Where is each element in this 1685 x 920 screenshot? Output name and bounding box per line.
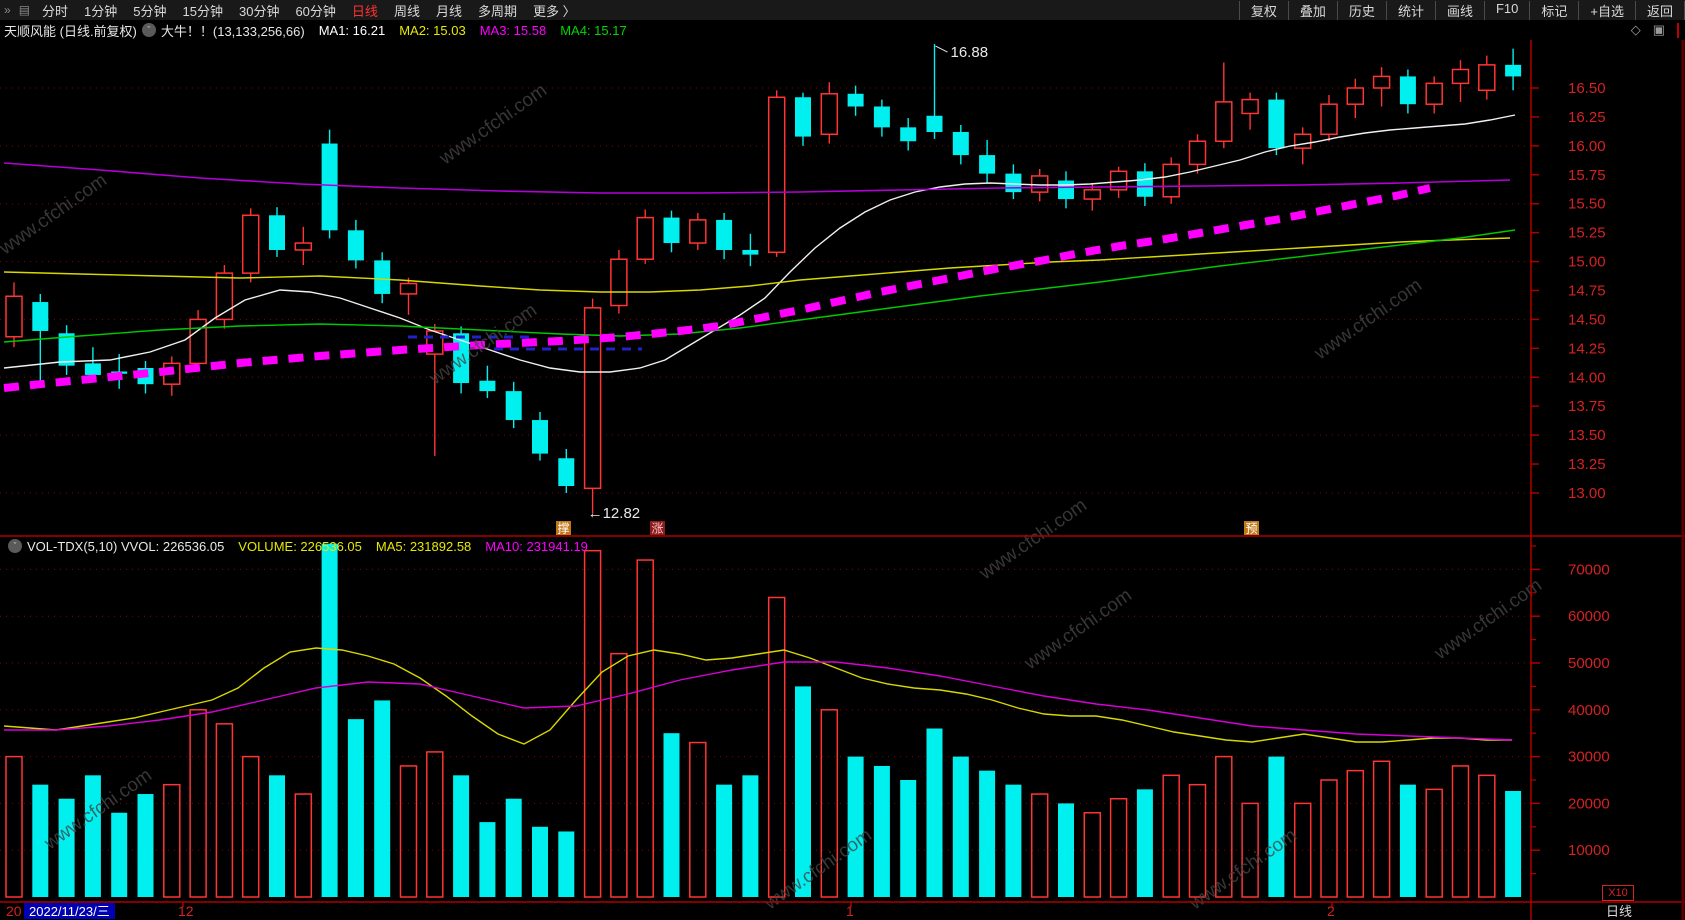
svg-text:20000: 20000 — [1568, 795, 1610, 812]
svg-text:16.00: 16.00 — [1568, 138, 1606, 155]
vol-ma10-magenta — [4, 661, 1513, 741]
svg-text:www.cfchi.com: www.cfchi.com — [0, 170, 111, 260]
svg-text:14.75: 14.75 — [1568, 282, 1606, 299]
vol-ma5-yellow — [3, 647, 1512, 745]
signal-marker-撑: 撑 — [558, 521, 570, 536]
toolbar-button-叠加[interactable]: 叠加 — [1287, 0, 1337, 20]
collapse-indicator-icon[interactable]: ˇ — [8, 539, 22, 553]
svg-text:15.50: 15.50 — [1568, 196, 1606, 213]
signal-marker-涨: 涨 — [652, 521, 664, 536]
candlesticks — [5, 44, 1522, 514]
svg-text:60000: 60000 — [1568, 608, 1610, 625]
vol-ma10-value: MA10: 231941.19 — [485, 538, 588, 554]
ma-value-label: MA1: 16.21 — [318, 22, 386, 38]
svg-text:13.25: 13.25 — [1568, 456, 1606, 473]
month-label-12: 12 — [178, 903, 194, 919]
overlay-lines — [3, 114, 1516, 745]
svg-text:14.00: 14.00 — [1568, 369, 1606, 386]
low-price-callout: ←12.82 — [588, 505, 641, 522]
chevron-down-icon[interactable]: ˇ — [141, 23, 156, 37]
toolbar-button-画线[interactable]: 画线 — [1434, 0, 1484, 20]
toolbar-button-标记[interactable]: 标记 — [1529, 0, 1578, 20]
period-tab-5分钟[interactable]: 5分钟 — [125, 1, 174, 20]
stock-title: 天顺风能 (日线.前复权) — [4, 23, 137, 39]
toolbar-button-F10[interactable]: F10 — [1483, 0, 1529, 20]
toolbar-button-统计[interactable]: 统计 — [1385, 0, 1435, 20]
period-tab-30分钟[interactable]: 30分钟 — [231, 1, 287, 20]
svg-text:70000: 70000 — [1568, 561, 1610, 578]
svg-text:40000: 40000 — [1568, 702, 1610, 719]
svg-text:13.00: 13.00 — [1568, 485, 1606, 502]
svg-text:15.00: 15.00 — [1568, 254, 1606, 271]
svg-text:www.cfchi.com: www.cfchi.com — [1430, 575, 1546, 665]
svg-text:www.cfchi.com: www.cfchi.com — [435, 80, 551, 170]
svg-text:30000: 30000 — [1568, 749, 1610, 766]
stock-chart-app: » ▤ 分时 1分钟 5分钟 15分钟 30分钟 60分钟 日线 周线 月线 多周期 更多 〉 复权… — [0, 0, 1685, 920]
svg-text:13.50: 13.50 — [1568, 427, 1606, 444]
ma-values: MA1: 16.21 MA2: 15.03 MA3: 15.58 MA4: 15.17 — [305, 23, 627, 38]
period-tab-月线[interactable]: 月线 — [428, 1, 470, 20]
svg-text:13.75: 13.75 — [1568, 398, 1606, 415]
axes: 13.00 13.25 13.50 13.75 14.00 14.25 14.50 14.75… — [0, 40, 1685, 920]
svg-text:14.50: 14.50 — [1568, 311, 1606, 328]
svg-text:50000: 50000 — [1568, 655, 1610, 672]
vol-volume-value: VOLUME: 226536.05 — [238, 538, 362, 554]
diamond-icon[interactable]: ◇ — [1631, 22, 1641, 38]
month-label-2: 2 — [1327, 903, 1335, 919]
svg-text:15.75: 15.75 — [1568, 167, 1606, 184]
period-tab-日线[interactable]: 日线 — [344, 1, 386, 20]
gridlines — [0, 87, 1531, 851]
period-tab-15分钟[interactable]: 15分钟 — [175, 1, 231, 20]
date-tooltip: 2022/11/23/三 — [24, 903, 115, 919]
pane-divider-handle[interactable] — [1677, 22, 1679, 38]
svg-text:15.25: 15.25 — [1568, 225, 1606, 242]
period-menubar: » ▤ 分时 1分钟 5分钟 15分钟 30分钟 60分钟 日线 周线 月线 多周期 更多 〉 复权… — [0, 0, 1685, 20]
clipped-year-label: 20 — [6, 903, 22, 919]
date-axis-row: 20 2022/11/23/三 12 1 2 日线 — [0, 903, 1685, 920]
ma-value-label: MA4: 15.17 — [560, 22, 627, 38]
period-label: 日线 — [1606, 904, 1633, 919]
layout-icon[interactable]: ▤ — [15, 3, 34, 17]
ma-value-label: MA3: 15.58 — [479, 22, 547, 38]
svg-text:10000: 10000 — [1568, 842, 1610, 859]
volume-multiplier-badge: X10 — [1602, 885, 1634, 901]
svg-text:www.cfchi.com: www.cfchi.com — [975, 495, 1091, 585]
toolbar-button-历史[interactable]: 历史 — [1336, 0, 1386, 20]
toolbar-button-返回[interactable]: 返回 — [1634, 0, 1685, 20]
period-tab-更多 〉[interactable]: 更多 〉 — [525, 1, 584, 20]
period-tab-60分钟[interactable]: 60分钟 — [287, 1, 343, 20]
toolbar-button-+自选[interactable]: +自选 — [1578, 0, 1635, 20]
period-tab-周线[interactable]: 周线 — [386, 1, 428, 20]
ma-violet — [3, 162, 1511, 194]
toolbar-buttons: 复权 叠加 历史 统计 画线 F10 标记 +自选 返回 — [1238, 0, 1685, 20]
high-price-callout: 16.88 — [951, 44, 989, 61]
volume-pane-header: ˇ VOL-TDX(5,10) VVOL: 226536.05 VOLUME: … — [3, 537, 588, 555]
period-tab-分时[interactable]: 分时 — [34, 1, 76, 20]
svg-text:16.50: 16.50 — [1568, 80, 1606, 97]
period-tab-多周期[interactable]: 多周期 — [470, 1, 525, 20]
panel-split-icon[interactable]: ▣ — [1653, 22, 1665, 38]
svg-text:14.25: 14.25 — [1568, 340, 1606, 357]
indicator-title: 大牛！！(13,133,256,66) — [160, 23, 305, 39]
collapse-panel-icon[interactable]: » — [0, 3, 15, 17]
period-tab-1分钟[interactable]: 1分钟 — [76, 1, 125, 20]
title-right-icons: ◇ ▣ — [1625, 22, 1685, 38]
ma-value-label: MA2: 15.03 — [399, 22, 466, 38]
main-chart-svg[interactable]: www.cfchi.comwww.cfchi.comwww.cfchi.comw… — [0, 40, 1685, 920]
signal-marker-预: 预 — [1246, 522, 1258, 536]
vol-ma5-value: MA5: 231892.58 — [375, 538, 472, 554]
svg-text:16.25: 16.25 — [1568, 109, 1606, 126]
period-menu-items: 分时 1分钟 5分钟 15分钟 30分钟 60分钟 日线 周线 月线 多周期 更多 〉 — [34, 1, 584, 20]
ma-white — [3, 114, 1516, 373]
svg-text:www.cfchi.com: www.cfchi.com — [1020, 585, 1136, 675]
month-label-1: 1 — [846, 903, 854, 919]
svg-text:www.cfchi.com: www.cfchi.com — [1310, 275, 1426, 365]
annotations: 16.88 ←12.82 撑 涨 预 — [556, 44, 1259, 536]
vol-indicator-name: VOL-TDX(5,10) VVOL: 226536.05 — [27, 538, 225, 554]
toolbar-button-复权[interactable]: 复权 — [1238, 0, 1288, 20]
title-row: 天顺风能 (日线.前复权) ˇ 大牛！！(13,133,256,66) MA1:… — [0, 20, 1685, 40]
